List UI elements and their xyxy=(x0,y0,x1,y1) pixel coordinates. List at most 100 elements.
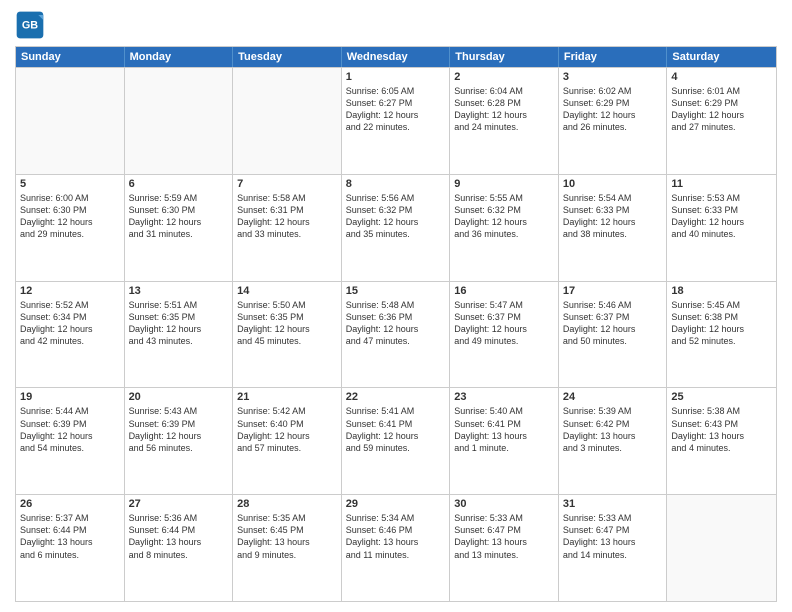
day-info: Sunrise: 5:33 AM Sunset: 6:47 PM Dayligh… xyxy=(563,512,663,561)
day-number: 26 xyxy=(20,498,120,510)
day-info: Sunrise: 5:39 AM Sunset: 6:42 PM Dayligh… xyxy=(563,405,663,454)
calendar-day-14: 14Sunrise: 5:50 AM Sunset: 6:35 PM Dayli… xyxy=(233,282,342,388)
day-number: 31 xyxy=(563,498,663,510)
empty-cell xyxy=(16,68,125,174)
calendar-day-27: 27 Sunrise: 5:36 AM Sunset: 6:44 PM Dayli… xyxy=(125,495,234,601)
day-number: 18 xyxy=(671,285,772,297)
calendar-day-24: 24 Sunrise: 5:39 AM Sunset: 6:42 PM Dayli… xyxy=(559,388,668,494)
day-number: 10 xyxy=(563,178,663,190)
day-info: Sunrise: 5:59 AM Sunset: 6:30 PM Dayligh… xyxy=(129,192,229,241)
day-number: 2 xyxy=(454,71,554,83)
calendar: SundayMondayTuesdayWednesdayThursdayFrid… xyxy=(15,46,777,602)
calendar-day-19: 19 Sunrise: 5:44 AM Sunset: 6:39 PM Dayli… xyxy=(16,388,125,494)
weekday-header: Wednesday xyxy=(342,47,451,67)
weekday-header: Saturday xyxy=(667,47,776,67)
day-info: Sunrise: 5:58 AM Sunset: 6:31 PM Dayligh… xyxy=(237,192,337,241)
calendar-day-20: 20 Sunrise: 5:43 AM Sunset: 6:39 PM Dayli… xyxy=(125,388,234,494)
day-info: Sunrise: 5:41 AM Sunset: 6:41 PM Dayligh… xyxy=(346,405,446,454)
day-info: Sunrise: 6:05 AM Sunset: 6:27 PM Dayligh… xyxy=(346,85,446,134)
calendar-day-6: 6Sunrise: 5:59 AM Sunset: 6:30 PM Daylig… xyxy=(125,175,234,281)
weekday-header: Monday xyxy=(125,47,234,67)
logo-icon: GB xyxy=(15,10,45,40)
day-info: Sunrise: 5:53 AM Sunset: 6:33 PM Dayligh… xyxy=(671,192,772,241)
day-info: Sunrise: 6:01 AM Sunset: 6:29 PM Dayligh… xyxy=(671,85,772,134)
calendar-day-9: 9Sunrise: 5:55 AM Sunset: 6:32 PM Daylig… xyxy=(450,175,559,281)
day-number: 19 xyxy=(20,391,120,403)
day-info: Sunrise: 5:42 AM Sunset: 6:40 PM Dayligh… xyxy=(237,405,337,454)
day-info: Sunrise: 5:33 AM Sunset: 6:47 PM Dayligh… xyxy=(454,512,554,561)
calendar-day-15: 15 Sunrise: 5:48 AM Sunset: 6:36 PM Dayli… xyxy=(342,282,451,388)
calendar-day-22: 22 Sunrise: 5:41 AM Sunset: 6:41 PM Dayli… xyxy=(342,388,451,494)
day-number: 24 xyxy=(563,391,663,403)
day-info: Sunrise: 5:45 AM Sunset: 6:38 PM Dayligh… xyxy=(671,299,772,348)
day-number: 23 xyxy=(454,391,554,403)
day-info: Sunrise: 5:35 AM Sunset: 6:45 PM Dayligh… xyxy=(237,512,337,561)
day-number: 30 xyxy=(454,498,554,510)
calendar-day-8: 8Sunrise: 5:56 AM Sunset: 6:32 PM Daylig… xyxy=(342,175,451,281)
weekday-header: Tuesday xyxy=(233,47,342,67)
weekday-header: Thursday xyxy=(450,47,559,67)
calendar-day-10: 10 Sunrise: 5:54 AM Sunset: 6:33 PM Dayli… xyxy=(559,175,668,281)
calendar-body: 1 Sunrise: 6:05 AM Sunset: 6:27 PM Daylig… xyxy=(16,67,776,601)
calendar-row: 19 Sunrise: 5:44 AM Sunset: 6:39 PM Dayli… xyxy=(16,387,776,494)
logo: GB xyxy=(15,10,49,40)
day-info: Sunrise: 5:55 AM Sunset: 6:32 PM Dayligh… xyxy=(454,192,554,241)
day-number: 8 xyxy=(346,178,446,190)
calendar-day-12: 12Sunrise: 5:52 AM Sunset: 6:34 PM Dayli… xyxy=(16,282,125,388)
calendar-day-4: 4 Sunrise: 6:01 AM Sunset: 6:29 PM Daylig… xyxy=(667,68,776,174)
day-info: Sunrise: 6:02 AM Sunset: 6:29 PM Dayligh… xyxy=(563,85,663,134)
weekday-header: Friday xyxy=(559,47,668,67)
calendar-day-18: 18 Sunrise: 5:45 AM Sunset: 6:38 PM Dayli… xyxy=(667,282,776,388)
calendar-page: GB SundayMondayTuesdayWednesdayThursdayF… xyxy=(0,0,792,612)
calendar-day-28: 28 Sunrise: 5:35 AM Sunset: 6:45 PM Dayli… xyxy=(233,495,342,601)
calendar-row: 26 Sunrise: 5:37 AM Sunset: 6:44 PM Dayli… xyxy=(16,494,776,601)
day-number: 5 xyxy=(20,178,120,190)
calendar-day-31: 31 Sunrise: 5:33 AM Sunset: 6:47 PM Dayli… xyxy=(559,495,668,601)
calendar-day-13: 13 Sunrise: 5:51 AM Sunset: 6:35 PM Dayli… xyxy=(125,282,234,388)
day-info: Sunrise: 5:48 AM Sunset: 6:36 PM Dayligh… xyxy=(346,299,446,348)
weekday-header: Sunday xyxy=(16,47,125,67)
day-number: 3 xyxy=(563,71,663,83)
day-info: Sunrise: 5:37 AM Sunset: 6:44 PM Dayligh… xyxy=(20,512,120,561)
calendar-day-17: 17 Sunrise: 5:46 AM Sunset: 6:37 PM Dayli… xyxy=(559,282,668,388)
day-number: 1 xyxy=(346,71,446,83)
day-number: 14 xyxy=(237,285,337,297)
day-info: Sunrise: 5:52 AM Sunset: 6:34 PM Dayligh… xyxy=(20,299,120,348)
day-number: 17 xyxy=(563,285,663,297)
calendar-row: 12Sunrise: 5:52 AM Sunset: 6:34 PM Dayli… xyxy=(16,281,776,388)
day-info: Sunrise: 5:51 AM Sunset: 6:35 PM Dayligh… xyxy=(129,299,229,348)
day-number: 29 xyxy=(346,498,446,510)
day-info: Sunrise: 5:43 AM Sunset: 6:39 PM Dayligh… xyxy=(129,405,229,454)
day-number: 27 xyxy=(129,498,229,510)
calendar-day-5: 5Sunrise: 6:00 AM Sunset: 6:30 PM Daylig… xyxy=(16,175,125,281)
day-info: Sunrise: 5:46 AM Sunset: 6:37 PM Dayligh… xyxy=(563,299,663,348)
day-number: 15 xyxy=(346,285,446,297)
day-number: 13 xyxy=(129,285,229,297)
empty-cell xyxy=(667,495,776,601)
day-number: 7 xyxy=(237,178,337,190)
calendar-row: 1 Sunrise: 6:05 AM Sunset: 6:27 PM Daylig… xyxy=(16,67,776,174)
calendar-day-21: 21 Sunrise: 5:42 AM Sunset: 6:40 PM Dayli… xyxy=(233,388,342,494)
day-info: Sunrise: 5:40 AM Sunset: 6:41 PM Dayligh… xyxy=(454,405,554,454)
day-info: Sunrise: 5:34 AM Sunset: 6:46 PM Dayligh… xyxy=(346,512,446,561)
day-info: Sunrise: 6:04 AM Sunset: 6:28 PM Dayligh… xyxy=(454,85,554,134)
day-number: 28 xyxy=(237,498,337,510)
day-info: Sunrise: 5:36 AM Sunset: 6:44 PM Dayligh… xyxy=(129,512,229,561)
day-number: 22 xyxy=(346,391,446,403)
calendar-day-30: 30 Sunrise: 5:33 AM Sunset: 6:47 PM Dayli… xyxy=(450,495,559,601)
day-number: 25 xyxy=(671,391,772,403)
calendar-day-2: 2 Sunrise: 6:04 AM Sunset: 6:28 PM Daylig… xyxy=(450,68,559,174)
day-number: 21 xyxy=(237,391,337,403)
day-number: 4 xyxy=(671,71,772,83)
day-info: Sunrise: 5:38 AM Sunset: 6:43 PM Dayligh… xyxy=(671,405,772,454)
empty-cell xyxy=(233,68,342,174)
empty-cell xyxy=(125,68,234,174)
day-info: Sunrise: 5:44 AM Sunset: 6:39 PM Dayligh… xyxy=(20,405,120,454)
calendar-header: SundayMondayTuesdayWednesdayThursdayFrid… xyxy=(16,47,776,67)
day-number: 20 xyxy=(129,391,229,403)
day-info: Sunrise: 5:54 AM Sunset: 6:33 PM Dayligh… xyxy=(563,192,663,241)
calendar-day-23: 23 Sunrise: 5:40 AM Sunset: 6:41 PM Dayli… xyxy=(450,388,559,494)
svg-text:GB: GB xyxy=(22,19,38,31)
calendar-row: 5Sunrise: 6:00 AM Sunset: 6:30 PM Daylig… xyxy=(16,174,776,281)
calendar-day-3: 3 Sunrise: 6:02 AM Sunset: 6:29 PM Daylig… xyxy=(559,68,668,174)
